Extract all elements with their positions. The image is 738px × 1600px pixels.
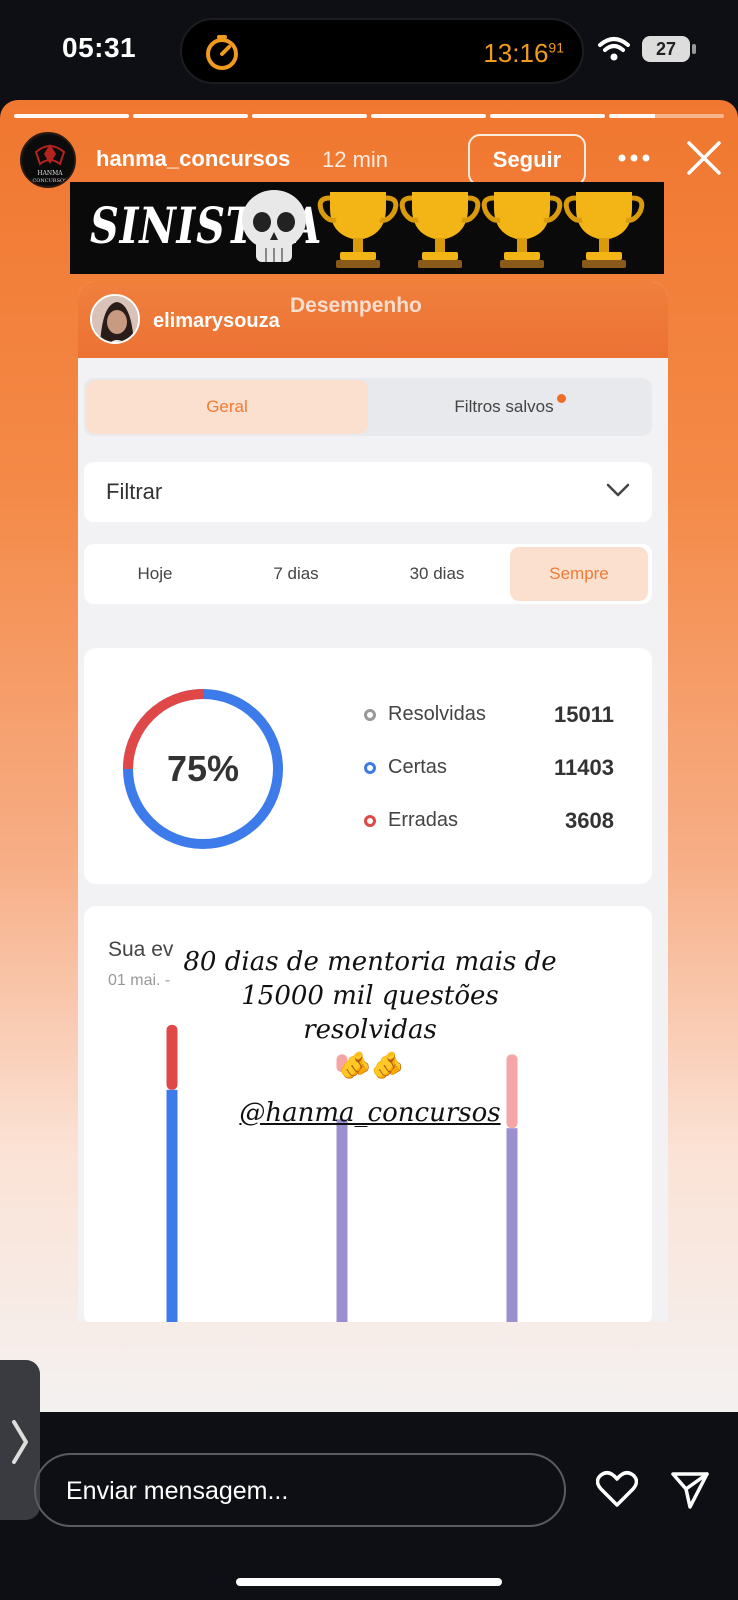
send-icon[interactable] xyxy=(670,1470,710,1510)
timer-icon xyxy=(206,35,238,70)
stat-row-certas: Certas 11403 xyxy=(364,753,614,783)
follow-button[interactable]: Seguir xyxy=(468,134,586,186)
battery-icon: 27 xyxy=(642,36,696,62)
heart-icon[interactable] xyxy=(596,1470,638,1508)
segmented-tabs: Geral Filtros salvos xyxy=(84,378,652,436)
bar-correct-segment xyxy=(336,1119,348,1322)
legend-dot-red xyxy=(364,815,376,827)
progress-segment-current xyxy=(609,114,724,118)
tab-filtros-label: Filtros salvos xyxy=(454,397,554,416)
card-username: elimarysouza xyxy=(153,310,280,332)
bar-wrong-segment xyxy=(166,1024,178,1090)
progress-segment xyxy=(371,114,486,118)
app-screenshot: elimarysouza Desempenho Geral Filtros sa… xyxy=(78,282,668,1322)
bar-correct-segment xyxy=(166,1089,178,1322)
mention-tag[interactable]: @hanma_concursos xyxy=(180,1093,560,1133)
card-header: elimarysouza Desempenho xyxy=(78,282,668,358)
stat-row-erradas: Erradas 3608 xyxy=(364,806,614,836)
overlay-text-line: 80 dias de mentoria mais de xyxy=(183,947,557,977)
overlay-text-line: 15000 mil questões resolvidas xyxy=(241,981,499,1045)
stat-row-resolvidas: Resolvidas 15011 xyxy=(364,700,614,730)
pointing-hands-icon: 🫵🫵 xyxy=(337,1051,403,1081)
tab-filtros-salvos: Filtros salvos xyxy=(370,380,650,434)
story-view[interactable]: HANMA CONCURSOS hanma_concursos 12 min S… xyxy=(0,100,738,1412)
stats-card: 75% Resolvidas 15011 Certas 11403 Errada… xyxy=(84,648,652,884)
message-placeholder: Enviar mensagem... xyxy=(66,1477,289,1505)
stat-label: Certas xyxy=(388,756,447,778)
more-options-icon[interactable] xyxy=(618,154,650,162)
chevron-right-icon xyxy=(12,1420,28,1464)
legend-dot-blue xyxy=(364,762,376,774)
story-text-overlay: 80 dias de mentoria mais de 15000 mil qu… xyxy=(180,945,560,1133)
home-indicator xyxy=(236,1578,502,1586)
send-message-input[interactable]: Enviar mensagem... xyxy=(34,1453,566,1527)
svg-text:HANMA: HANMA xyxy=(37,170,63,177)
filter-dropdown: Filtrar xyxy=(84,462,652,522)
notification-dot xyxy=(556,394,566,403)
stat-label: Erradas xyxy=(388,809,459,831)
dynamic-island[interactable]: 13:1691 xyxy=(180,18,584,84)
close-icon[interactable] xyxy=(686,140,722,176)
story-progress-bar xyxy=(14,114,724,118)
card-page-title: Desempenho xyxy=(290,294,422,317)
tab-geral: Geral xyxy=(86,380,368,434)
timer-main: 13:16 xyxy=(483,38,549,68)
status-clock: 05:31 xyxy=(62,32,137,63)
card-avatar xyxy=(90,294,140,344)
timer-readout: 13:1691 xyxy=(483,38,564,69)
svg-text:CONCURSOS: CONCURSOS xyxy=(32,178,68,184)
stat-value: 11403 xyxy=(554,755,614,780)
skull-trophies-icon xyxy=(242,186,658,270)
wifi-icon xyxy=(598,37,630,61)
period-tabs: Hoje 7 dias 30 dias Sempre xyxy=(84,544,652,604)
stat-label: Resolvidas xyxy=(388,703,486,725)
timer-fraction: 91 xyxy=(548,39,564,56)
filter-label: Filtrar xyxy=(106,479,163,504)
story-username[interactable]: hanma_concursos xyxy=(96,146,290,172)
avatar[interactable]: HANMA CONCURSOS xyxy=(20,132,76,188)
legend-dot-gray xyxy=(364,709,376,721)
progress-segment xyxy=(490,114,605,118)
stat-value: 3608 xyxy=(565,808,614,833)
stat-value: 15011 xyxy=(554,702,614,727)
period-tab-30-dias: 30 dias xyxy=(409,564,465,583)
period-tab-7-dias: 7 dias xyxy=(273,564,319,583)
status-bar: 05:31 13:1691 27 xyxy=(0,0,738,100)
progress-segment xyxy=(14,114,129,118)
progress-segment xyxy=(252,114,367,118)
chevron-down-icon xyxy=(606,483,630,497)
story-time: 12 min xyxy=(322,147,389,172)
person-photo-icon xyxy=(92,296,138,342)
story-header: HANMA CONCURSOS hanma_concursos 12 min S… xyxy=(0,130,738,190)
bar-correct-segment xyxy=(506,1128,518,1322)
hanma-logo-icon: HANMA CONCURSOS xyxy=(23,135,74,186)
progress-segment xyxy=(133,114,248,118)
sticker-banner: SINISTRA xyxy=(70,182,664,274)
period-tab-sempre: Sempre xyxy=(510,547,648,601)
accuracy-percent: 75% xyxy=(166,748,240,789)
period-tab-hoje: Hoje xyxy=(137,564,173,583)
